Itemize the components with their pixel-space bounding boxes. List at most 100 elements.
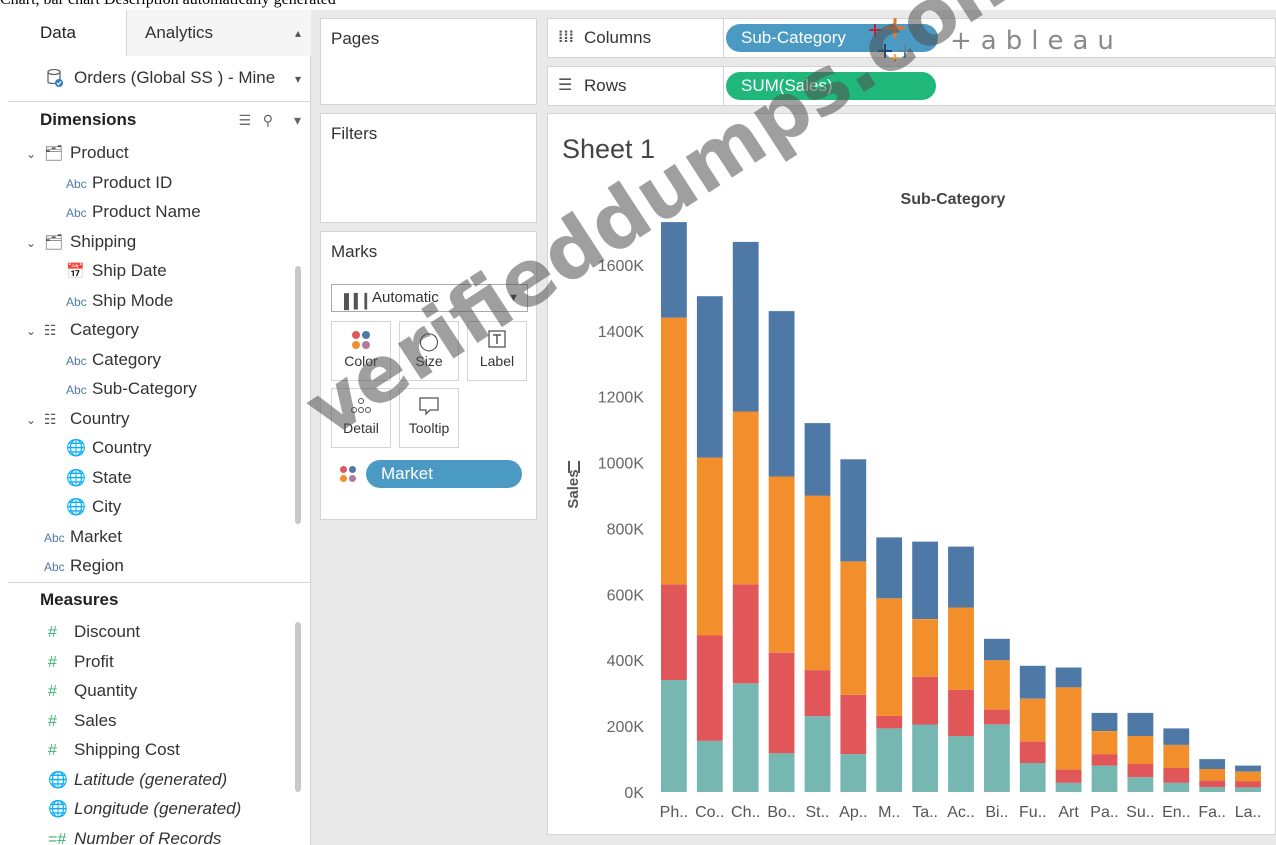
detail-label: Detail xyxy=(343,420,379,436)
x-tick-label: Ta.. xyxy=(912,804,938,821)
bar-segment xyxy=(1199,759,1226,769)
abc-icon: Abc xyxy=(44,560,65,574)
abc-icon: Abc xyxy=(66,353,87,368)
folder-icon: 🗂 xyxy=(44,145,64,162)
abc-icon: Abc xyxy=(66,206,87,220)
x-tick-label: Ap.. xyxy=(839,804,867,821)
bar-segment xyxy=(948,546,974,608)
dimension-field[interactable]: 🌐 City xyxy=(66,492,121,521)
search-icon[interactable]: ⚲ xyxy=(263,103,273,137)
x-tick-label: St.. xyxy=(805,804,829,821)
dimension-field[interactable]: Abc Product ID xyxy=(66,168,172,197)
chevron-down-icon[interactable]: ▾ xyxy=(294,103,301,137)
globe-icon: 🌐 xyxy=(66,440,86,457)
bar-segment xyxy=(840,459,867,562)
tab-data[interactable]: Data xyxy=(8,10,126,56)
sum-sales-pill[interactable]: SUM(Sales) xyxy=(726,72,936,100)
field-label: Country xyxy=(70,408,130,428)
dimension-field[interactable]: Abc Region xyxy=(44,551,124,580)
bar-segment xyxy=(984,724,1010,792)
field-label: Ship Date xyxy=(92,261,167,280)
bar-segment xyxy=(1127,777,1154,792)
x-tick-label: Pa.. xyxy=(1090,804,1118,821)
bar-segment xyxy=(661,584,687,680)
globe-icon: 🌐 xyxy=(48,771,68,789)
caption: Chart, bar chart Description automatical… xyxy=(0,0,1276,10)
bar-segment xyxy=(984,709,1010,725)
field-label: Latitude (generated) xyxy=(74,769,228,789)
y-tick-label: 1000K xyxy=(598,456,645,473)
x-tick-label: La.. xyxy=(1235,804,1262,821)
detail-button[interactable]: Detail xyxy=(331,388,391,448)
x-tick-label: Su.. xyxy=(1126,804,1154,821)
measure-field[interactable]: # Sales xyxy=(48,706,117,735)
field-label: Category xyxy=(92,349,161,369)
bar-segment xyxy=(840,694,867,755)
tooltip-button[interactable]: Tooltip xyxy=(399,388,459,448)
dimension-field[interactable]: 🌐 State xyxy=(66,463,132,492)
datasource-item[interactable]: Orders (Global SS ) - Mine xyxy=(8,56,311,102)
dimensions-scrollbar[interactable] xyxy=(295,266,301,524)
color-label: Color xyxy=(344,353,378,369)
tab-analytics-label: Analytics xyxy=(145,23,214,42)
size-button[interactable]: ◯ Size xyxy=(399,321,459,381)
bar-segment xyxy=(1055,782,1082,792)
text-label-icon xyxy=(468,329,526,353)
dimension-field[interactable]: ⌄ 🗂 Shipping xyxy=(26,227,136,256)
mark-type-dropdown[interactable]: ▌▍▎ Automatic ▼ xyxy=(331,284,528,312)
dimension-field[interactable]: Abc Ship Mode xyxy=(66,286,173,315)
market-pill[interactable]: Market xyxy=(366,460,522,488)
bar-segment xyxy=(912,619,938,677)
bar-segment xyxy=(732,584,759,684)
globe-icon: 🌐 xyxy=(66,499,86,516)
dimension-field[interactable]: 📅 Ship Date xyxy=(66,256,167,285)
bar-segment xyxy=(768,476,795,653)
bar-segment xyxy=(948,689,974,736)
tableau-plus-icon xyxy=(869,18,921,62)
y-tick-label: 1200K xyxy=(598,390,645,407)
tab-analytics[interactable]: Analytics ▴ ▾ xyxy=(126,10,311,86)
list-view-icon[interactable]: ☰ xyxy=(238,103,251,137)
bar-segment xyxy=(840,754,867,792)
label-button[interactable]: Label xyxy=(467,321,527,381)
columns-icon: ⁞⁞⁞ xyxy=(558,29,574,46)
pages-card[interactable]: Pages xyxy=(320,18,537,105)
bar-segment xyxy=(804,716,831,792)
dimension-field[interactable]: Abc Category xyxy=(66,345,161,374)
bar-segment xyxy=(768,652,795,754)
dimension-field[interactable]: Abc Market xyxy=(44,522,122,551)
dimension-field[interactable]: ⌄ ☷ Category xyxy=(26,315,139,344)
measure-field[interactable]: =# Number of Records xyxy=(48,824,221,845)
field-label: Profit xyxy=(74,651,114,671)
datasource-label: Orders (Global SS ) - Mine xyxy=(74,68,276,87)
measure-field[interactable]: # Quantity xyxy=(48,676,137,705)
hierarchy-icon: ☷ xyxy=(44,322,57,338)
measure-field[interactable]: # Profit xyxy=(48,647,114,676)
marks-card: Marks ▌▍▎ Automatic ▼ Color ◯ Size Label… xyxy=(320,231,537,520)
bar-segment xyxy=(984,638,1010,661)
label-label: Label xyxy=(479,353,515,369)
bar-segment xyxy=(948,607,974,690)
tooltip-label: Tooltip xyxy=(408,420,450,436)
color-button[interactable]: Color xyxy=(331,321,391,381)
bar-segment xyxy=(804,423,831,496)
measure-field[interactable]: 🌐 Latitude (generated) xyxy=(48,765,227,794)
dimension-field[interactable]: ⌄ 🗂 Product xyxy=(26,138,129,167)
measure-field[interactable]: # Shipping Cost xyxy=(48,735,180,764)
dimension-field[interactable]: ⌄ ☷ Country xyxy=(26,404,130,433)
y-tick-label: 1400K xyxy=(598,324,645,341)
dimension-field[interactable]: 🌐 Country xyxy=(66,433,152,462)
dimension-field[interactable]: Abc Sub-Category xyxy=(66,374,197,403)
measure-field[interactable]: # Discount xyxy=(48,617,140,646)
dimension-field[interactable]: Abc Product Name xyxy=(66,197,201,226)
bar-segment xyxy=(1019,698,1046,742)
database-icon xyxy=(47,68,63,87)
dimensions-title: Dimensions xyxy=(40,110,137,129)
bar-segment xyxy=(840,561,867,695)
measure-field[interactable]: 🌐 Longitude (generated) xyxy=(48,794,241,823)
bar-segment xyxy=(1019,763,1046,792)
bar-segment xyxy=(696,296,723,458)
filters-card[interactable]: Filters xyxy=(320,113,537,223)
bar-segment xyxy=(696,457,723,636)
measures-scrollbar[interactable] xyxy=(295,622,301,792)
